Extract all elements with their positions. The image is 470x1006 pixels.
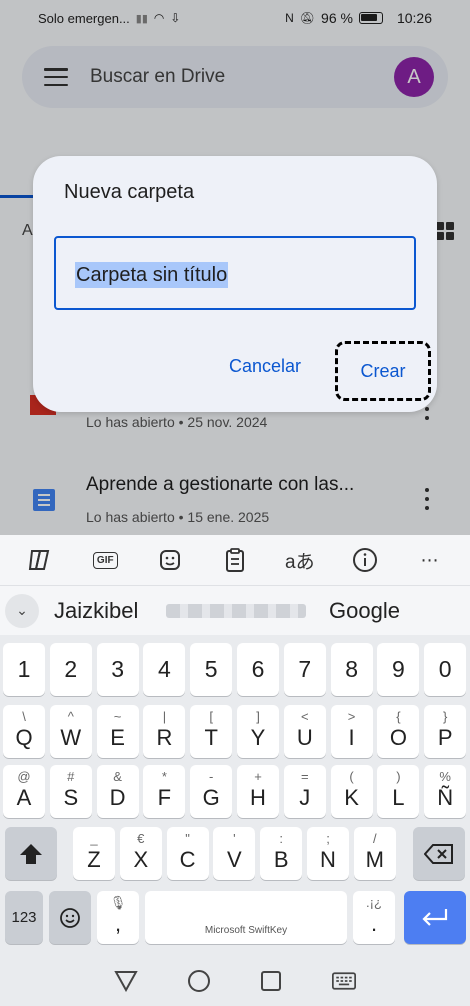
key-ñ[interactable]: % Ñ [424,765,467,818]
translate-icon[interactable]: aあ [282,545,318,575]
back-icon[interactable] [114,969,138,993]
key-2[interactable]: 2 [49,643,92,696]
key-r[interactable]: | R [143,705,186,758]
key-1[interactable]: 1 [3,643,45,696]
key-b[interactable]: :B [260,827,303,880]
keyboard-switch-icon[interactable] [331,969,356,993]
key-k[interactable]: (K [330,765,373,818]
key-v[interactable]: ' V [213,827,256,880]
key-7[interactable]: 7 [283,643,326,696]
space-key[interactable]: Microsoft SwiftKey [145,891,347,944]
new-folder-dialog: Nueva carpeta Carpeta sin título Cancela… [33,156,437,412]
period-key[interactable]: .¡¿. [353,891,395,944]
key-n[interactable]: ; N [307,827,349,880]
microphone-icon: 🎙︎ [109,895,127,910]
key-e[interactable]: ~ E [96,705,139,758]
key-q[interactable]: \ Q [3,705,45,758]
key-h[interactable]: + H [237,765,279,818]
backspace-key[interactable] [413,827,465,880]
gif-icon[interactable]: GIF [87,545,123,575]
key-5[interactable]: 5 [190,643,233,696]
key-c[interactable]: " C [166,827,209,880]
key-g[interactable]: -G [190,765,233,818]
key-d[interactable]: & D [96,765,139,818]
key-x[interactable]: € X [119,827,162,880]
key-6[interactable]: 6 [237,643,279,696]
key-8[interactable]: 8 [330,643,373,696]
key-z[interactable]: _ Z [73,827,115,880]
key-9[interactable]: 9 [377,643,420,696]
cancel-button[interactable]: Cancelar [229,356,301,377]
suggestion-2[interactable] [166,604,306,618]
recents-icon[interactable] [259,969,283,993]
home-icon[interactable] [187,969,211,993]
key-s[interactable]: # S [49,765,92,818]
suggestion-3[interactable]: Google [329,598,400,624]
key-j[interactable]: = J [283,765,326,818]
keyboard: GIF aあ ⋯ ⌄ Jaizkibel Google 1 2 3 4 5 6 7 8 9 0 \ Q… [0,535,470,955]
enter-key[interactable] [404,891,466,944]
create-button[interactable]: Crear [335,341,431,401]
key-u[interactable]: < U [283,705,326,758]
comma-key[interactable]: 🎙︎, [97,891,139,944]
info-icon[interactable] [347,545,383,575]
sticker-icon[interactable] [152,545,188,575]
key-i[interactable]: > I [330,705,373,758]
shift-key[interactable] [5,827,57,880]
key-l[interactable]: ) L [377,765,420,818]
suggestion-1[interactable]: Jaizkibel [54,598,138,624]
key-a[interactable]: @ A [3,765,45,818]
keyboard-toolbar: GIF aあ ⋯ [0,535,470,585]
system-nav-bar [0,955,470,1006]
clipboard-icon[interactable] [217,545,253,575]
folder-name-value[interactable]: Carpeta sin título [75,262,229,288]
key-t[interactable]: [T [190,705,233,758]
more-icon[interactable]: ⋯ [411,545,447,575]
key-w[interactable]: ^ W [49,705,92,758]
symbols-key[interactable]: 123 [5,891,43,944]
key-o[interactable]: {O [377,705,420,758]
key-m[interactable]: / M [353,827,396,880]
folder-name-input[interactable]: Carpeta sin título [54,236,416,310]
key-3[interactable]: 3 [96,643,139,696]
emoji-key[interactable] [49,891,91,944]
key-0[interactable]: 0 [424,643,467,696]
key-y[interactable]: ] Y [237,705,279,758]
key-f[interactable]: * F [143,765,186,818]
dialog-title: Nueva carpeta [64,181,195,203]
key-p[interactable]: } P [424,705,467,758]
key-4[interactable]: 4 [143,643,186,696]
suggestion-bar: ⌄ Jaizkibel Google [0,585,470,635]
chevron-down-icon[interactable]: ⌄ [5,593,39,628]
copilot-icon[interactable] [22,545,58,575]
